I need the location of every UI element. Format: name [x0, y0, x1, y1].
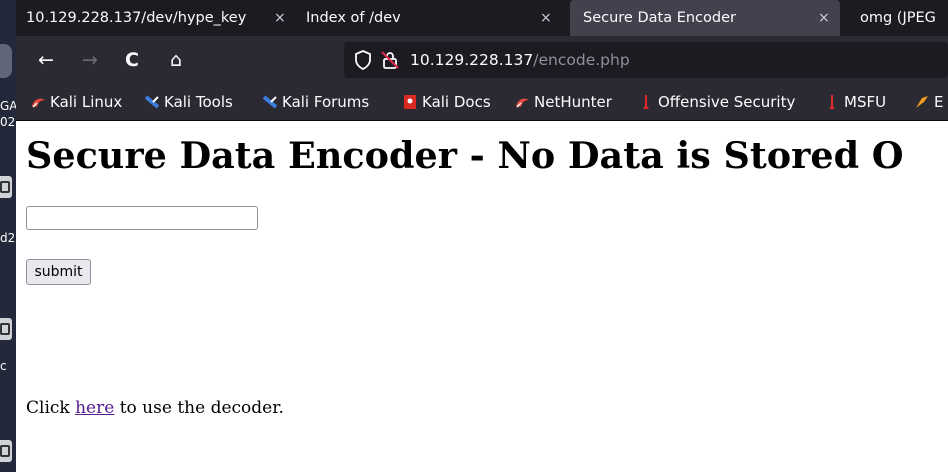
tab-secure-data-encoder[interactable]: Secure Data Encoder × [570, 0, 840, 36]
forward-arrow-icon[interactable]: → [76, 46, 104, 74]
offsec-icon [643, 95, 649, 109]
page-content: Secure Data Encoder - No Data is Stored … [16, 121, 948, 472]
url-host: 10.129.228.137 [410, 51, 534, 69]
encode-input[interactable] [26, 206, 258, 230]
footer-prefix-text: Click [26, 398, 76, 418]
decoder-link-line: Click here to use the decoder. [26, 398, 284, 418]
tab-omg-jpeg[interactable]: omg (JPEG [848, 0, 948, 36]
bookmark-label: E [934, 93, 944, 111]
tab-title: omg (JPEG [860, 10, 936, 26]
url-path: /encode.php [533, 51, 630, 69]
desktop-icon-shape [0, 44, 12, 78]
close-icon[interactable]: × [540, 10, 552, 26]
kali-dragon-icon [32, 98, 45, 108]
page-title: Secure Data Encoder - No Data is Stored … [26, 134, 904, 177]
close-icon[interactable]: × [818, 10, 830, 26]
navigation-toolbar: ← → C ⌂ 10.129.228.137/encode.php [16, 36, 948, 84]
desktop-label-fragment: 02 [0, 115, 16, 129]
bookmarks-toolbar: Kali Linux Kali Tools Kali Forums Kali D… [16, 84, 948, 121]
desktop-file-icon[interactable] [0, 440, 12, 462]
kali-docs-icon [404, 95, 416, 109]
desktop-label-fragment: GA [0, 99, 16, 113]
bookmark-nethunter[interactable]: NetHunter [514, 84, 612, 120]
bookmark-label: Kali Tools [164, 93, 233, 111]
tab-hype-key[interactable]: 10.129.228.137/dev/hype_key × [26, 0, 292, 36]
bookmark-offensive-security[interactable]: Offensive Security [638, 84, 795, 120]
bookmark-label: Offensive Security [658, 93, 796, 111]
kali-tools-icon [144, 95, 160, 109]
kali-forums-icon [262, 95, 278, 109]
desktop-file-icon[interactable] [0, 176, 12, 198]
bookmark-exploit-db[interactable]: E [914, 84, 943, 120]
browser-window: 10.129.228.137/dev/hype_key × Index of /… [16, 0, 948, 472]
submit-button[interactable]: submit [26, 259, 91, 285]
desktop-file-icon[interactable] [0, 318, 12, 340]
desktop-label-fragment: c [0, 359, 7, 373]
bookmark-label: Kali Forums [282, 93, 370, 111]
bookmark-kali-linux[interactable]: Kali Linux [30, 84, 122, 120]
bookmark-kali-forums[interactable]: Kali Forums [262, 84, 369, 120]
reload-icon[interactable]: C [118, 46, 146, 74]
nethunter-icon [516, 98, 529, 108]
tab-title: Index of /dev [306, 10, 401, 26]
address-bar[interactable]: 10.129.228.137/encode.php [344, 42, 948, 78]
home-icon[interactable]: ⌂ [162, 46, 190, 74]
tracking-shield-icon[interactable] [354, 50, 372, 70]
bookmark-label: Kali Linux [50, 93, 123, 111]
desktop-label-fragment: d2 [0, 231, 16, 245]
desktop-strip: GA 02 d2 c [0, 0, 16, 472]
bookmark-kali-tools[interactable]: Kali Tools [144, 84, 233, 120]
bookmark-label: NetHunter [534, 93, 612, 111]
msfu-icon [829, 95, 835, 109]
tab-index-of-dev[interactable]: Index of /dev × [292, 0, 562, 36]
footer-suffix-text: to use the decoder. [114, 398, 284, 418]
exploit-db-icon [916, 96, 928, 108]
tab-strip: 10.129.228.137/dev/hype_key × Index of /… [16, 0, 948, 36]
back-arrow-icon[interactable]: ← [32, 46, 60, 74]
tab-title: 10.129.228.137/dev/hype_key [26, 10, 247, 26]
bookmark-label: MSFU [844, 93, 887, 111]
decoder-link[interactable]: here [75, 398, 114, 418]
insecure-lock-icon[interactable] [380, 50, 400, 70]
bookmark-msfu[interactable]: MSFU [824, 84, 886, 120]
tab-title: Secure Data Encoder [583, 10, 736, 26]
bookmark-kali-docs[interactable]: Kali Docs [402, 84, 491, 120]
close-icon[interactable]: × [274, 10, 286, 26]
url-text[interactable]: 10.129.228.137/encode.php [410, 51, 630, 69]
bookmark-label: Kali Docs [422, 93, 491, 111]
